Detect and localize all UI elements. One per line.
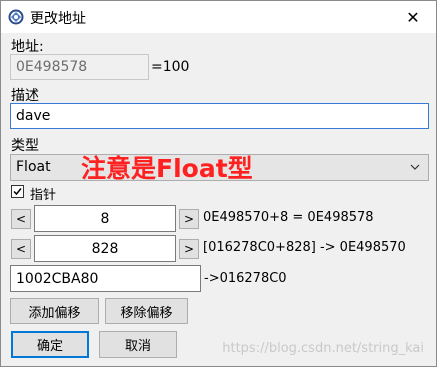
address-value-readout: =100 xyxy=(151,59,190,75)
type-label: 类型 xyxy=(11,138,39,154)
offset-1-info: 0E498570+8 = 0E498578 xyxy=(203,210,374,225)
base-address-info: ->016278C0 xyxy=(204,271,287,286)
offset-1-decrement-button[interactable]: < xyxy=(11,209,31,229)
offset-2-decrement-button[interactable]: < xyxy=(11,239,31,259)
float-type-annotation: 注意是Float型 xyxy=(81,154,253,183)
checkmark-icon xyxy=(13,188,22,196)
description-label: 描述 xyxy=(11,88,39,104)
address-field: 0E498578 xyxy=(10,54,149,80)
offset-2-increment-button[interactable]: > xyxy=(179,239,199,259)
type-selected-value: Float xyxy=(16,159,51,175)
chevron-down-icon xyxy=(410,164,420,170)
offset-1-input[interactable]: 8 xyxy=(34,205,176,232)
pointer-label: 指针 xyxy=(30,188,57,203)
close-icon: ✕ xyxy=(406,7,420,27)
change-address-dialog: 更改地址 ✕ 地址: 0E498578 =100 描述 dave 类型 Floa… xyxy=(0,0,437,367)
add-offset-button[interactable]: 添加偏移 xyxy=(10,298,99,324)
description-input[interactable]: dave xyxy=(10,103,429,129)
address-label: 地址: xyxy=(11,39,44,55)
cancel-button[interactable]: 取消 xyxy=(99,331,177,358)
offset-2-input[interactable]: 828 xyxy=(34,235,176,262)
title-bar: 更改地址 ✕ xyxy=(1,1,436,33)
offset-2-info: [016278C0+828] -> 0E498570 xyxy=(203,240,406,255)
base-address-input[interactable]: 1002CBA80 xyxy=(10,265,201,292)
ok-button[interactable]: 确定 xyxy=(11,331,89,358)
window-title: 更改地址 xyxy=(30,11,86,27)
watermark-url: https://blog.csdn.net/string_kai xyxy=(222,341,424,356)
remove-offset-button[interactable]: 移除偏移 xyxy=(105,298,188,324)
offset-1-increment-button[interactable]: > xyxy=(179,209,199,229)
cheat-engine-icon xyxy=(8,9,24,25)
pointer-checkbox[interactable] xyxy=(11,185,24,198)
close-button[interactable]: ✕ xyxy=(390,1,436,33)
